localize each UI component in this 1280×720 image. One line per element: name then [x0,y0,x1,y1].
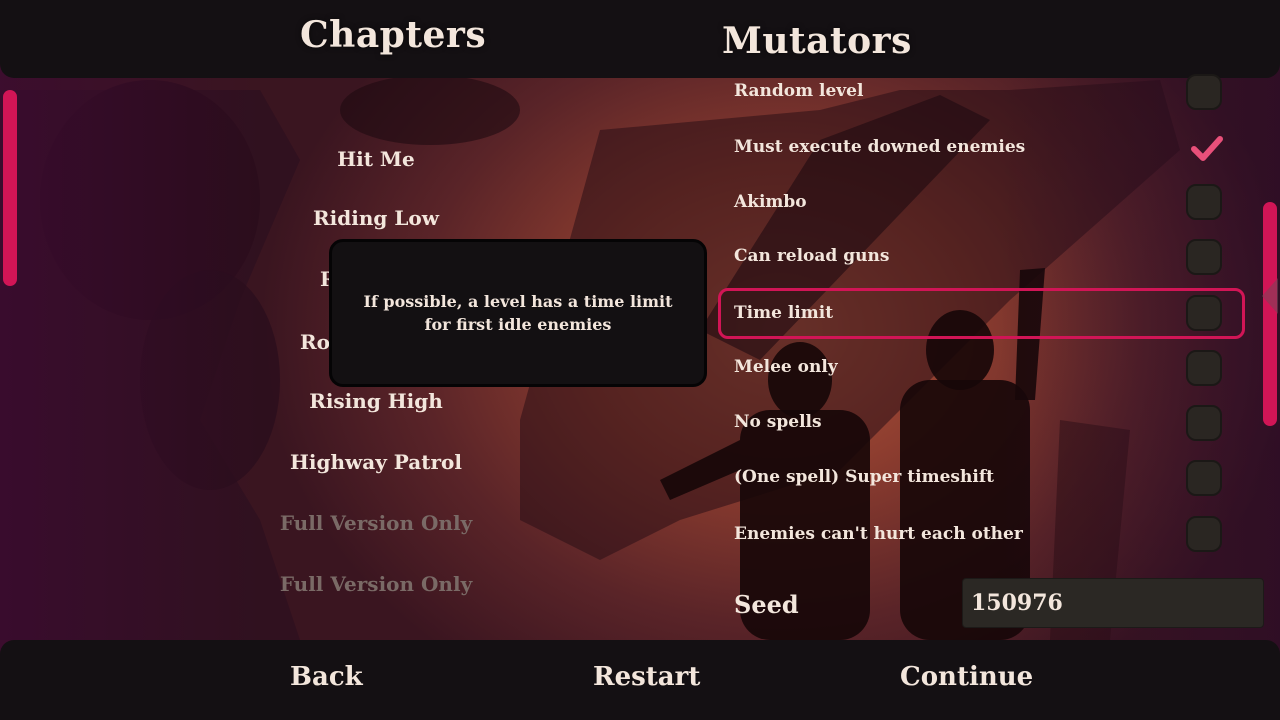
mutator-checkbox-time-limit[interactable] [1186,295,1222,331]
game-menu-screen: Chapters Mutators Hit Me Riding Low R Ro… [0,0,1280,720]
back-button[interactable]: Back [290,662,363,692]
mutator-label-melee-only[interactable]: Melee only [734,357,838,377]
seed-input[interactable] [962,578,1264,628]
continue-button[interactable]: Continue [900,662,1033,692]
mutator-label-super-timeshift[interactable]: (One spell) Super timeshift [734,467,994,487]
chapter-item-partial-2[interactable]: Ro [300,330,330,354]
mutators-scrollbar[interactable] [1263,202,1277,426]
chapter-item-locked: Full Version Only [279,511,473,535]
mutator-checkbox-akimbo[interactable] [1186,184,1222,220]
mutator-checkbox-melee-only[interactable] [1186,350,1222,386]
restart-button[interactable]: Restart [593,662,700,692]
chapter-item-riding-low[interactable]: Riding Low [256,206,496,230]
mutator-tooltip: If possible, a level has a time limit fo… [329,239,707,387]
mutator-checkbox-can-reload[interactable] [1186,239,1222,275]
mutator-label-enemies-no-hurt[interactable]: Enemies can't hurt each other [734,524,1023,544]
mutator-label-can-reload[interactable]: Can reload guns [734,246,889,266]
mutator-checkbox-super-timeshift[interactable] [1186,460,1222,496]
mutator-checkbox-random-level[interactable] [1186,74,1222,110]
chapter-item-locked: Full Version Only [279,572,473,596]
chapter-item-hit-me[interactable]: Hit Me [256,147,496,171]
checkmark-icon [1191,136,1223,161]
mutator-label-must-execute[interactable]: Must execute downed enemies [734,137,1025,157]
tooltip-text: If possible, a level has a time limit fo… [363,292,673,334]
mutator-checkbox-no-spells[interactable] [1186,405,1222,441]
chapters-scrollbar[interactable] [3,90,17,286]
mutators-header: Mutators [722,20,912,62]
mutator-checkbox-must-execute[interactable] [1186,129,1223,165]
mutator-label-akimbo[interactable]: Akimbo [734,192,807,212]
chapters-header: Chapters [300,14,487,56]
mutator-label-no-spells[interactable]: No spells [734,412,822,432]
chapter-item-highway-patrol[interactable]: Highway Patrol [256,450,496,474]
top-bar [0,0,1280,78]
chapter-item-rising-high[interactable]: Rising High [256,389,496,413]
mutator-label-random-level[interactable]: Random level [734,81,863,101]
mutator-checkbox-enemies-no-hurt[interactable] [1186,516,1222,552]
seed-label: Seed [734,590,799,619]
mutator-label-time-limit[interactable]: Time limit [734,303,833,323]
scroll-right-arrow-icon [1262,278,1278,314]
